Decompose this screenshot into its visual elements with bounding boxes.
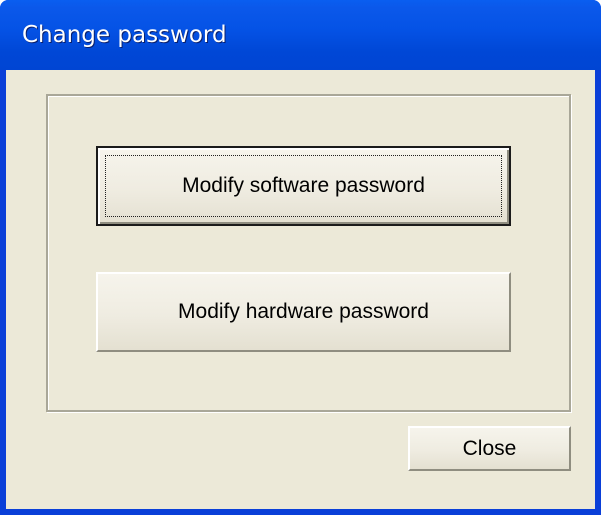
modify-software-password-button[interactable]: Modify software password	[96, 146, 511, 226]
modify-hardware-password-button[interactable]: Modify hardware password	[96, 272, 511, 352]
close-button[interactable]: Close	[408, 426, 571, 471]
dialog-body: Modify software password Modify hardware…	[6, 70, 595, 509]
close-button-label: Close	[462, 436, 517, 460]
modify-hardware-password-label: Modify hardware password	[178, 300, 429, 323]
title-bar[interactable]: Change password	[0, 0, 601, 70]
window-title: Change password	[22, 22, 227, 48]
modify-software-password-label: Modify software password	[182, 174, 425, 197]
options-group	[46, 94, 571, 412]
change-password-dialog: Change password Modify software password…	[0, 0, 601, 515]
